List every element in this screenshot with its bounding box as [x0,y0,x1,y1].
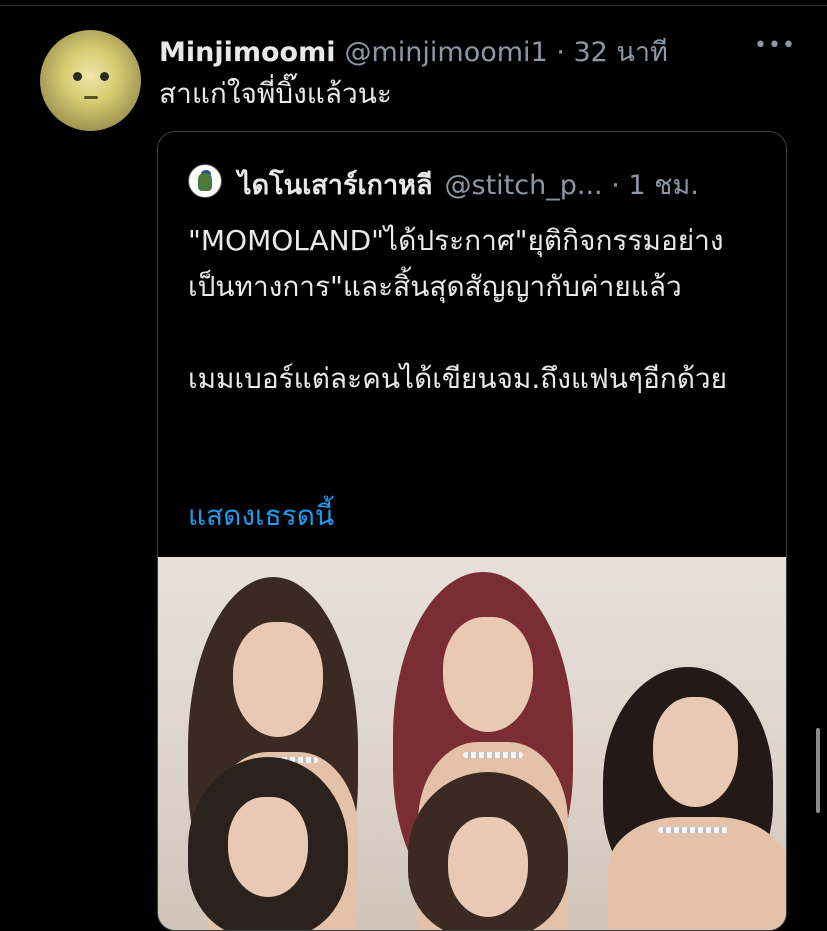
handle-and-time[interactable]: @minjimoomi1 · 32 นาที [344,30,667,73]
quoted-text-paragraph: เมมเบอร์แต่ละคนได้เขียนจม.ถึงแฟนๆอีกด้วย [188,362,728,395]
photo-person [598,667,786,930]
quoted-display-name: ไดโนเสาร์เกาหลี [238,170,433,201]
top-divider [0,5,827,6]
tweet-header: Minjimoomi @minjimoomi1 · 32 นาที [159,30,668,73]
user-avatar[interactable] [40,30,141,131]
avatar-eye-icon [100,72,109,81]
avatar-eye-icon [73,72,82,81]
quoted-text-paragraph: "MOMOLAND"ได้ประกาศ"ยุติกิจกรรมอย่างเป็น… [188,224,724,303]
quoted-user-avatar [188,164,222,198]
show-thread-link[interactable]: แสดงเธรดนี้ [188,494,334,538]
photo-person [408,772,578,930]
quoted-tweet-text: "MOMOLAND"ได้ประกาศ"ยุติกิจกรรมอย่างเป็น… [188,218,768,402]
photo-person [188,757,358,930]
scrollbar[interactable] [816,728,820,813]
display-name[interactable]: Minjimoomi [159,37,335,68]
more-options-icon[interactable]: ••• [754,35,795,57]
avatar-mouth-icon [84,96,98,99]
quoted-tweet-card[interactable]: ไดโนเสาร์เกาหลี @stitch_p... · 1 ชม. "MO… [157,131,787,931]
quoted-handle-and-time: @stitch_p... · 1 ชม. [444,170,699,201]
tweet-photo[interactable] [158,557,786,930]
quoted-tweet-header: ไดโนเสาร์เกาหลี @stitch_p... · 1 ชม. [238,163,699,206]
tweet-text: สาแก่ใจพี่บิ๊งแล้วนะ [159,77,392,110]
avatar-figure-icon [198,173,212,191]
